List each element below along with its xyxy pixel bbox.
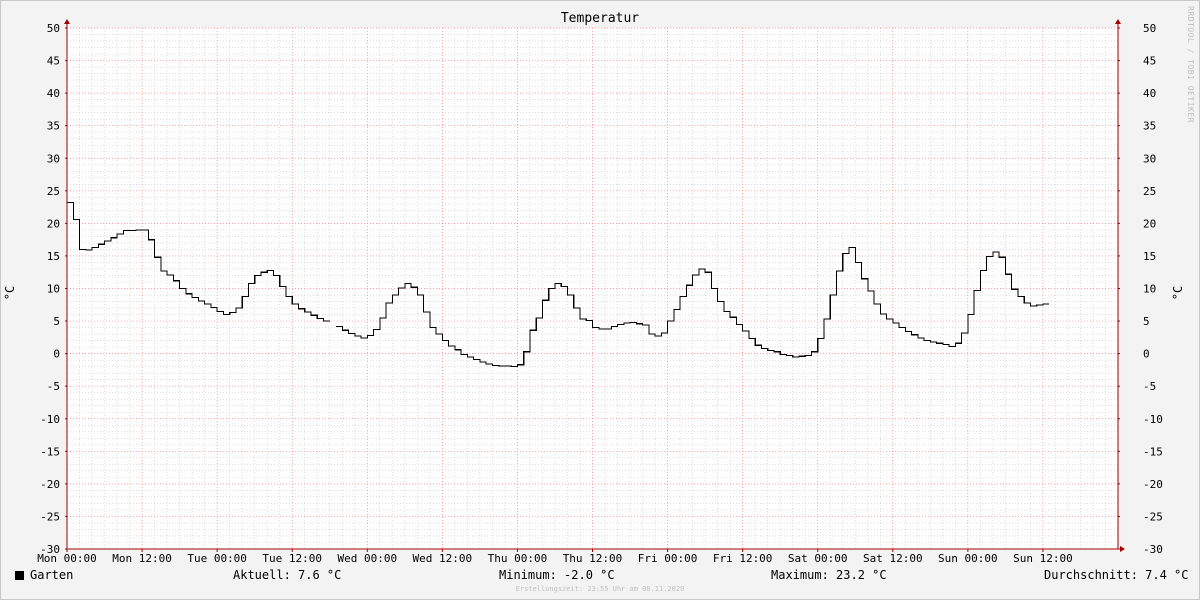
y-tick-label-left: -20 [40, 478, 60, 491]
legend-entry-garten: Garten [15, 568, 73, 582]
x-tick-label: Mon 00:00 [37, 552, 97, 565]
y-axis-label-right: °C [1171, 285, 1186, 301]
y-tick-label-right: -25 [1143, 510, 1163, 523]
x-tick-label: Wed 12:00 [413, 552, 473, 565]
y-tick-label-right: 25 [1143, 185, 1156, 198]
y-tick-label-right: 30 [1143, 152, 1156, 165]
legend-average: Durchschnitt: 7.4 °C [1044, 568, 1189, 582]
y-tick-label-right: 0 [1143, 348, 1150, 361]
x-tick-label: Fri 00:00 [638, 552, 698, 565]
y-tick-label-left: -15 [40, 445, 60, 458]
y-tick-label-right: 15 [1143, 250, 1156, 263]
chart-title: Temperatur [560, 11, 640, 26]
y-tick-label-right: -15 [1143, 445, 1163, 458]
y-tick-label-right: -5 [1143, 380, 1156, 393]
y-axis-label-left: °C [3, 285, 18, 301]
legend-series-label: Garten [30, 568, 74, 582]
legend-minimum: Minimum: -2.0 °C [499, 568, 615, 582]
x-tick-label: Fri 12:00 [713, 552, 773, 565]
legend-maximum: Maximum: 23.2 °C [771, 568, 887, 582]
y-tick-label-right: -20 [1143, 478, 1163, 491]
legend-current: Aktuell: 7.6 °C [233, 568, 342, 582]
y-tick-label-right: 35 [1143, 120, 1156, 133]
y-tick-label-right: 45 [1143, 55, 1156, 68]
x-tick-label: Sun 12:00 [1013, 552, 1073, 565]
x-tick-label: Sat 12:00 [863, 552, 923, 565]
x-tick-label: Thu 12:00 [563, 552, 623, 565]
legend-swatch [15, 571, 24, 580]
y-tick-label-left: 35 [47, 120, 60, 133]
y-tick-label-left: 20 [47, 217, 60, 230]
footer-timestamp: Erstellungszeit: 23:55 Uhr am 08.11.2020 [515, 585, 685, 593]
y-tick-label-left: -25 [40, 510, 60, 523]
x-tick-label: Thu 00:00 [488, 552, 548, 565]
y-tick-label-left: 40 [47, 87, 60, 100]
y-tick-label-left: 10 [47, 283, 60, 296]
y-tick-label-right: -10 [1143, 413, 1163, 426]
y-tick-label-left: -10 [40, 413, 60, 426]
y-tick-label-right: -30 [1143, 543, 1163, 556]
y-tick-label-left: 45 [47, 55, 60, 68]
x-tick-label: Sat 00:00 [788, 552, 848, 565]
x-tick-label: Tue 00:00 [187, 552, 247, 565]
y-tick-label-left: 30 [47, 152, 60, 165]
y-tick-label-right: 40 [1143, 87, 1156, 100]
y-tick-label-right: 20 [1143, 217, 1156, 230]
y-tick-label-left: 5 [53, 315, 60, 328]
chart-canvas: 50 5045 4540 4035 3530 3025 2520 2015 1510 105 50 0… [37, 19, 1163, 565]
y-tick-label-left: 0 [53, 348, 60, 361]
y-tick-label-right: 10 [1143, 283, 1156, 296]
y-tick-label-left: 25 [47, 185, 60, 198]
x-tick-label: Wed 00:00 [337, 552, 397, 565]
y-tick-label-left: 15 [47, 250, 60, 263]
x-tick-label: Tue 12:00 [262, 552, 322, 565]
watermark: RRDTOOL / TOBI OETIKER [1186, 6, 1195, 123]
x-tick-label: Mon 12:00 [112, 552, 172, 565]
x-tick-label: Sun 00:00 [938, 552, 998, 565]
y-tick-label-left: -5 [47, 380, 60, 393]
x-axis-arrow [1120, 546, 1125, 552]
y-tick-label-right: 5 [1143, 315, 1150, 328]
